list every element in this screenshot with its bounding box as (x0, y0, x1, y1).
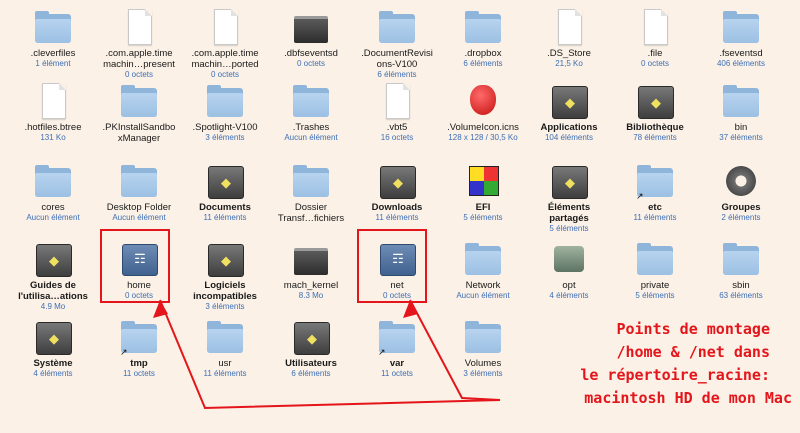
annotation-line: Points de montage (616, 320, 770, 338)
arrow-to-home (159, 299, 501, 410)
mount-points-annotation: Points de montage /home & /net dans le r… (500, 318, 800, 410)
highlight-net (357, 229, 427, 303)
annotation-line: le répertoire_racine: (580, 366, 770, 384)
arrow-to-net (409, 299, 501, 401)
highlight-home (100, 229, 170, 303)
annotation-line: /home & /net dans (616, 343, 770, 361)
annotation-line: macintosh HD de mon Mac (584, 389, 792, 407)
